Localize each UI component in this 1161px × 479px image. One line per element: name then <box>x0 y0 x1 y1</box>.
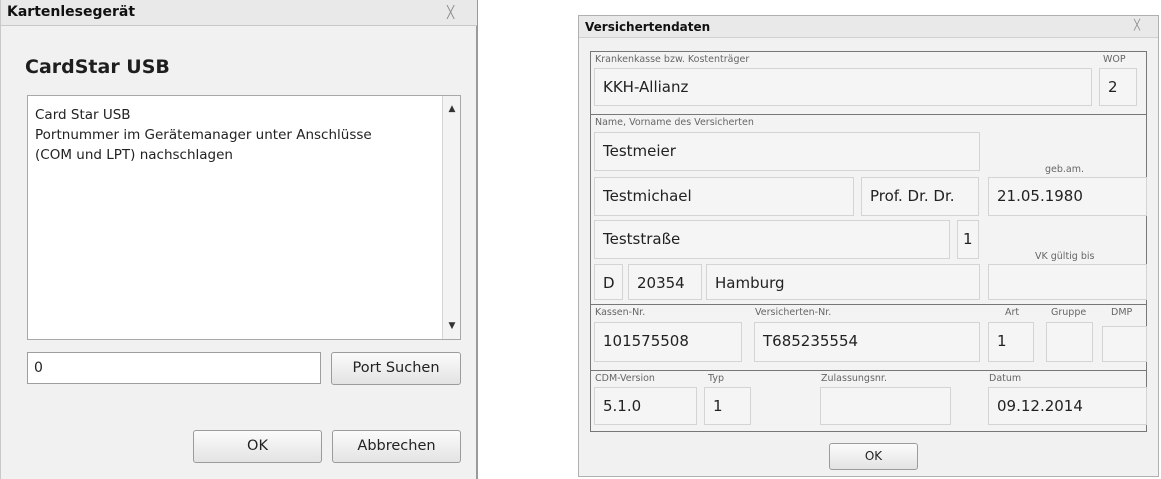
close-icon[interactable]: ╳ <box>447 5 454 19</box>
birth-date-field: 21.05.1980 <box>988 177 1147 216</box>
wop-field: 2 <box>1099 68 1137 106</box>
scrollbar[interactable]: ▲ ▼ <box>442 96 460 339</box>
insurer-label: Krankenkasse bzw. Kostenträger <box>595 54 750 65</box>
city-field: Hamburg <box>706 264 980 300</box>
close-icon[interactable]: ╳ <box>1134 20 1140 31</box>
scroll-up-icon[interactable]: ▲ <box>444 105 460 114</box>
cdm-section: CDM-Version Typ Zulassungsnr. Datum 5.1.… <box>590 370 1147 432</box>
zip-field: 20354 <box>628 264 702 300</box>
dialog-title: Kartenlesegerät <box>7 4 136 20</box>
insurance-number-section: Kassen-Nr. Versicherten-Nr. Art Gruppe D… <box>590 304 1147 371</box>
card-reader-dialog: Kartenlesegerät ╳ CardStar USB Card Star… <box>0 0 478 479</box>
typ-field: 1 <box>704 387 751 425</box>
device-heading: CardStar USB <box>25 56 170 78</box>
cdm-version-field: 5.1.0 <box>594 387 697 425</box>
info-textarea[interactable]: Card Star USB Portnummer im Gerätemanage… <box>27 95 461 340</box>
versicherten-nr-field: T685235554 <box>754 322 980 362</box>
cancel-button[interactable]: Abbrechen <box>332 430 461 463</box>
art-label: Art <box>1005 307 1020 318</box>
dmp-field <box>1102 326 1147 362</box>
name-section: Name, Vorname des Versicherten Testmeier… <box>590 114 1147 305</box>
country-field: D <box>594 264 623 300</box>
datum-label: Datum <box>989 373 1022 384</box>
street-field: Teststraße <box>594 220 950 259</box>
insurer-field: KKH-Allianz <box>594 68 1092 106</box>
scroll-down-icon[interactable]: ▼ <box>444 322 460 331</box>
gruppe-label: Gruppe <box>1051 307 1087 318</box>
name-label: Name, Vorname des Versicherten <box>595 117 754 128</box>
cdm-version-label: CDM-Version <box>595 373 655 384</box>
datum-field: 09.12.2014 <box>988 387 1147 425</box>
insured-data-dialog: Versichertendaten ╳ Krankenkasse bzw. Ko… <box>578 15 1159 477</box>
ok-button[interactable]: OK <box>829 443 918 470</box>
valid-until-label: VK gültig bis <box>1035 251 1095 262</box>
title-bar: Versichertendaten ╳ <box>579 16 1158 38</box>
house-number-field: 1 <box>957 220 979 259</box>
info-text: Card Star USB Portnummer im Gerätemanage… <box>35 107 372 163</box>
insurer-section: Krankenkasse bzw. Kostenträger WOP KKH-A… <box>590 51 1147 115</box>
kassen-nr-field: 101575508 <box>594 322 742 362</box>
last-name-field: Testmeier <box>594 132 980 171</box>
zulassungsnr-field <box>820 387 951 425</box>
wop-label: WOP <box>1103 54 1126 65</box>
title-bar: Kartenlesegerät ╳ <box>1 0 477 26</box>
port-input[interactable]: 0 <box>27 352 321 384</box>
zulassungsnr-label: Zulassungsnr. <box>821 373 887 384</box>
ok-button[interactable]: OK <box>193 430 322 463</box>
art-field: 1 <box>988 322 1034 362</box>
title-field: Prof. Dr. Dr. <box>861 177 979 216</box>
dialog-title: Versichertendaten <box>585 20 711 34</box>
valid-until-field <box>988 264 1147 300</box>
gruppe-field <box>1046 322 1093 362</box>
kassen-nr-label: Kassen-Nr. <box>595 307 646 318</box>
port-search-button[interactable]: Port Suchen <box>331 352 461 385</box>
dmp-label: DMP <box>1111 307 1133 318</box>
versicherten-nr-label: Versicherten-Nr. <box>755 307 832 318</box>
typ-label: Typ <box>708 373 724 384</box>
birth-label: geb.am. <box>1045 164 1085 175</box>
first-name-field: Testmichael <box>594 177 854 216</box>
